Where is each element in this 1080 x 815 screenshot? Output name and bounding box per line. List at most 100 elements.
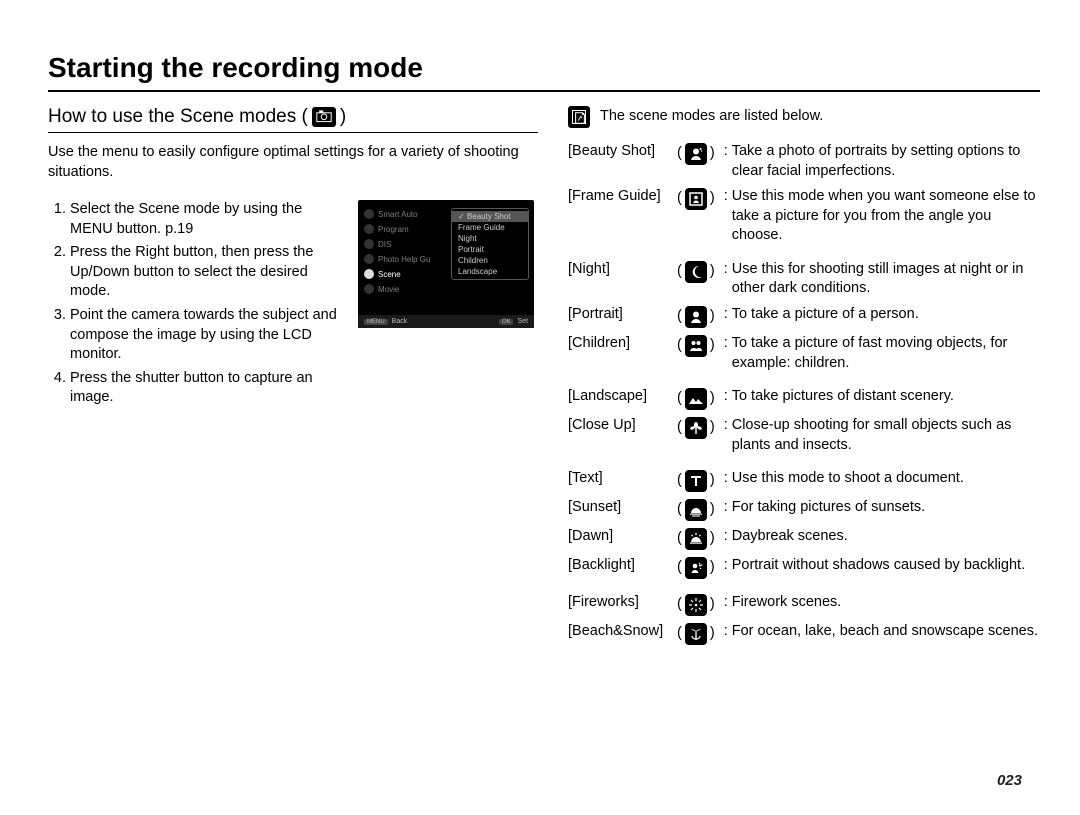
- mode-label: [Children]: [568, 334, 674, 354]
- left-column: How to use the Scene modes ( ) Use the m…: [48, 106, 538, 651]
- mode-icon-wrap: (): [674, 527, 718, 550]
- mode-icon-wrap: (): [674, 556, 718, 579]
- landscape-icon: [685, 388, 707, 410]
- modes-list: [Beauty Shot]():Take a photo of portrait…: [568, 142, 1040, 645]
- close-paren: ): [707, 389, 718, 409]
- lcd-left-item: Smart Auto: [364, 208, 442, 220]
- lcd-menu-left: Smart Auto Program DIS Photo Help Gu Sce…: [364, 208, 442, 312]
- mode-icon-wrap: (): [674, 593, 718, 616]
- menu-key-icon: MENU: [364, 319, 388, 325]
- frame-icon: [685, 188, 707, 210]
- lcd-right-item: Landscape: [452, 266, 528, 277]
- lcd-right-item: Portrait: [452, 244, 528, 255]
- step-item: Press the shutter button to capture an i…: [70, 369, 348, 408]
- close-paren: ): [707, 336, 718, 356]
- open-paren: (: [674, 262, 685, 282]
- mode-description: :Daybreak scenes.: [718, 527, 848, 547]
- mode-row: [Beauty Shot]():Take a photo of portrait…: [568, 142, 1040, 181]
- lcd-preview: Smart Auto Program DIS Photo Help Gu Sce…: [358, 200, 534, 328]
- night-icon: [685, 261, 707, 283]
- lcd-right-item: Children: [452, 255, 528, 266]
- open-paren: (: [674, 558, 685, 578]
- lcd-right-item: Night: [452, 233, 528, 244]
- mode-row: [Night]():Use this for shooting still im…: [568, 260, 1040, 299]
- mode-icon-wrap: (): [674, 305, 718, 328]
- mode-row: [Sunset]():For taking pictures of sunset…: [568, 498, 1040, 521]
- steps-list: Select the Scene mode by using the MENU …: [48, 200, 348, 412]
- mode-description: :For ocean, lake, beach and snowscape sc…: [718, 622, 1038, 642]
- mode-label: [Beauty Shot]: [568, 142, 674, 162]
- mode-label: [Portrait]: [568, 305, 674, 325]
- dawn-icon: [685, 528, 707, 550]
- mode-label: [Beach&Snow]: [568, 622, 674, 642]
- set-label: Set: [517, 318, 528, 325]
- mode-description: :Close-up shooting for small objects suc…: [718, 416, 1040, 455]
- mode-row: [Text]():Use this mode to shoot a docume…: [568, 469, 1040, 492]
- sunset-icon: [685, 499, 707, 521]
- open-paren: (: [674, 471, 685, 491]
- subheading-prefix: How to use the Scene modes (: [48, 106, 308, 128]
- closeup-icon: [685, 417, 707, 439]
- lcd-left-item: Movie: [364, 283, 442, 295]
- page-number: 023: [997, 772, 1022, 789]
- mode-label: [Frame Guide]: [568, 187, 674, 207]
- portrait-icon: [685, 306, 707, 328]
- mode-icon-wrap: (): [674, 334, 718, 357]
- mode-row: [Backlight]():Portrait without shadows c…: [568, 556, 1040, 579]
- step-item: Select the Scene mode by using the MENU …: [70, 200, 348, 239]
- open-paren: (: [674, 418, 685, 438]
- mode-description: :Use this mode to shoot a document.: [718, 469, 964, 489]
- close-paren: ): [707, 418, 718, 438]
- fireworks-icon: [685, 594, 707, 616]
- mode-description: :Firework scenes.: [718, 593, 842, 613]
- open-paren: (: [674, 307, 685, 327]
- backlight-icon: [685, 557, 707, 579]
- lcd-bottom-bar: MENU Back OK Set: [358, 315, 534, 328]
- mode-description: :Use this for shooting still images at n…: [718, 260, 1040, 299]
- mode-description: :Use this mode when you want someone els…: [718, 187, 1040, 246]
- close-paren: ): [707, 624, 718, 644]
- open-paren: (: [674, 144, 685, 164]
- note-text: The scene modes are listed below.: [600, 106, 823, 128]
- note-row: The scene modes are listed below.: [568, 106, 1040, 128]
- close-paren: ): [707, 471, 718, 491]
- mode-row: [Dawn]():Daybreak scenes.: [568, 527, 1040, 550]
- close-paren: ): [707, 529, 718, 549]
- right-column: The scene modes are listed below. [Beaut…: [568, 106, 1040, 651]
- page-title: Starting the recording mode: [48, 52, 1040, 92]
- lcd-left-item: Photo Help Gu: [364, 253, 442, 265]
- open-paren: (: [674, 389, 685, 409]
- mode-description: :Portrait without shadows caused by back…: [718, 556, 1025, 576]
- close-paren: ): [707, 189, 718, 209]
- mode-description: :For taking pictures of sunsets.: [718, 498, 925, 518]
- mode-row: [Landscape]():To take pictures of distan…: [568, 387, 1040, 410]
- open-paren: (: [674, 624, 685, 644]
- mode-label: [Night]: [568, 260, 674, 280]
- mode-row: [Close Up]():Close-up shooting for small…: [568, 416, 1040, 455]
- mode-icon-wrap: (): [674, 416, 718, 439]
- mode-label: [Landscape]: [568, 387, 674, 407]
- lcd-left-item: Program: [364, 223, 442, 235]
- mode-row: [Beach&Snow]():For ocean, lake, beach an…: [568, 622, 1040, 645]
- open-paren: (: [674, 336, 685, 356]
- beachsnow-icon: [685, 623, 707, 645]
- text-icon: [685, 470, 707, 492]
- mode-label: [Dawn]: [568, 527, 674, 547]
- mode-icon-wrap: (): [674, 387, 718, 410]
- step-item: Point the camera towards the subject and…: [70, 306, 348, 365]
- mode-row: [Portrait]():To take a picture of a pers…: [568, 305, 1040, 328]
- mode-icon-wrap: (): [674, 187, 718, 210]
- beauty-icon: [685, 143, 707, 165]
- mode-label: [Fireworks]: [568, 593, 674, 613]
- close-paren: ): [707, 144, 718, 164]
- close-paren: ): [707, 307, 718, 327]
- lcd-menu-right: ✓ Beauty Shot Frame Guide Night Portrait…: [451, 208, 529, 280]
- subheading-row: How to use the Scene modes ( ): [48, 106, 538, 133]
- close-paren: ): [707, 558, 718, 578]
- mode-label: [Close Up]: [568, 416, 674, 436]
- open-paren: (: [674, 189, 685, 209]
- mode-icon-wrap: (): [674, 142, 718, 165]
- open-paren: (: [674, 500, 685, 520]
- close-paren: ): [707, 500, 718, 520]
- mode-icon-wrap: (): [674, 260, 718, 283]
